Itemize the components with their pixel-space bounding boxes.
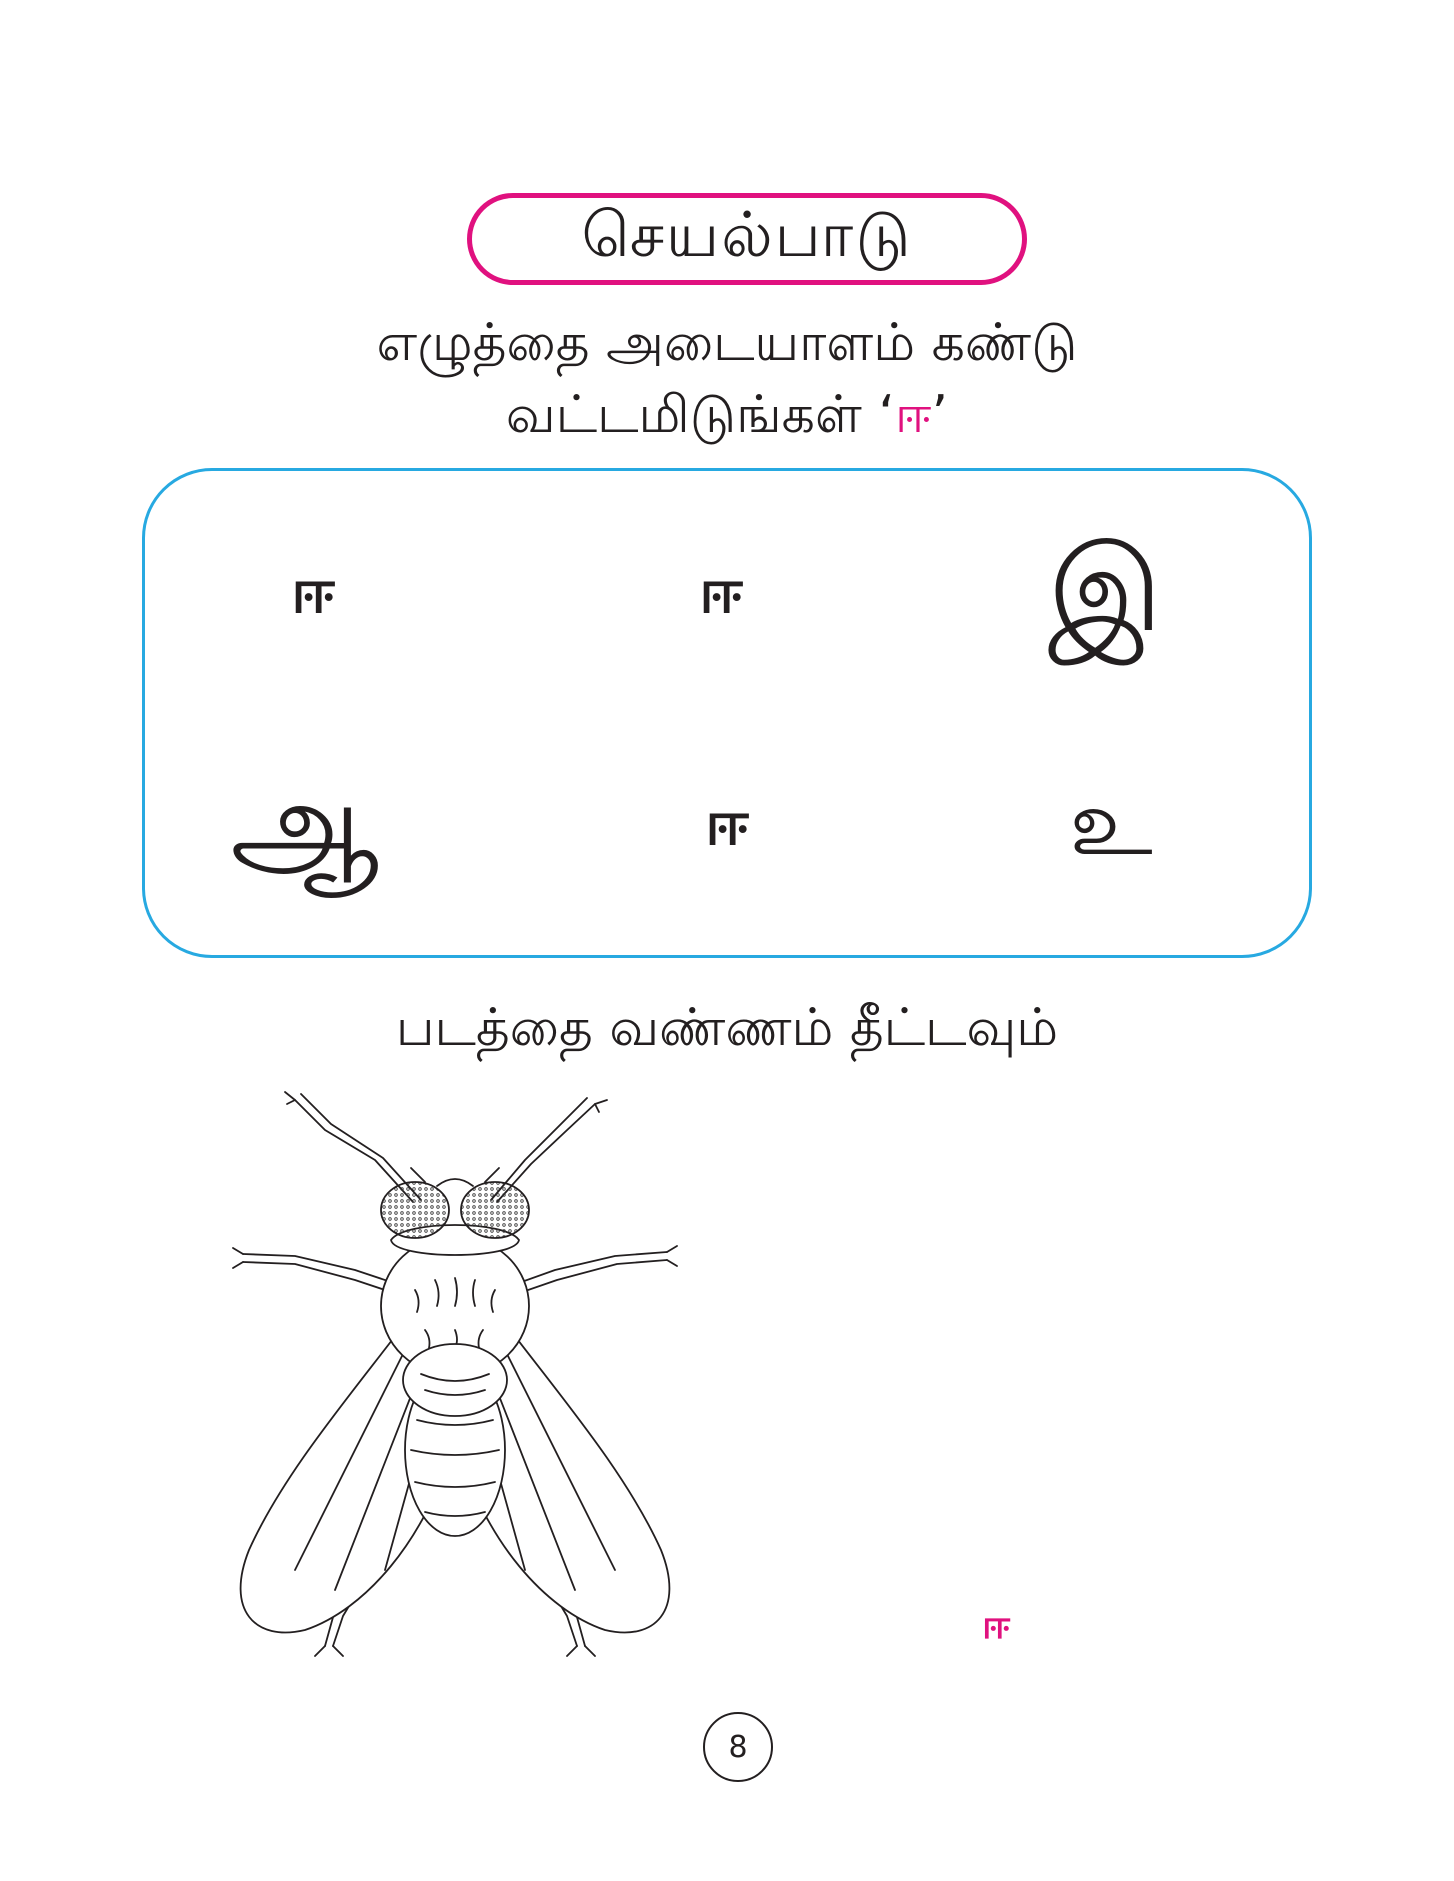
instruction-line-1: எழுத்தை அடையாளம் கண்டு <box>376 313 1078 373</box>
coloring-instruction: படத்தை வண்ணம் தீட்டவும் <box>395 998 1059 1058</box>
letter-cell-1[interactable]: ஈ <box>291 560 335 622</box>
coloring-label-letter: ஈ <box>982 1602 1011 1648</box>
activity-title-pill: செயல்பாடு <box>467 193 1027 285</box>
quote-close: ’ <box>931 385 949 445</box>
letter-cell-3[interactable]: இ <box>1048 530 1163 648</box>
target-letter: ஈ <box>894 385 932 445</box>
page-number: 8 <box>703 1712 773 1782</box>
instruction-text: வட்டமிடுங்கள் <box>505 385 879 445</box>
letter-cell-2[interactable]: ஈ <box>699 560 743 622</box>
instruction-line-2: வட்டமிடுங்கள் ‘ஈ’ <box>0 384 1454 446</box>
quote-open: ‘ <box>878 385 895 445</box>
letter-grid-box: ஈ ஈ இ ஆ ஈ உ <box>142 468 1312 958</box>
letter-cell-5[interactable]: ஈ <box>705 792 749 854</box>
letter-cell-4[interactable]: ஆ <box>230 764 379 882</box>
letter-cell-6[interactable]: உ <box>1069 777 1152 869</box>
activity-title: செயல்பாடு <box>581 198 913 271</box>
housefly-drawing[interactable] <box>225 1090 725 1670</box>
